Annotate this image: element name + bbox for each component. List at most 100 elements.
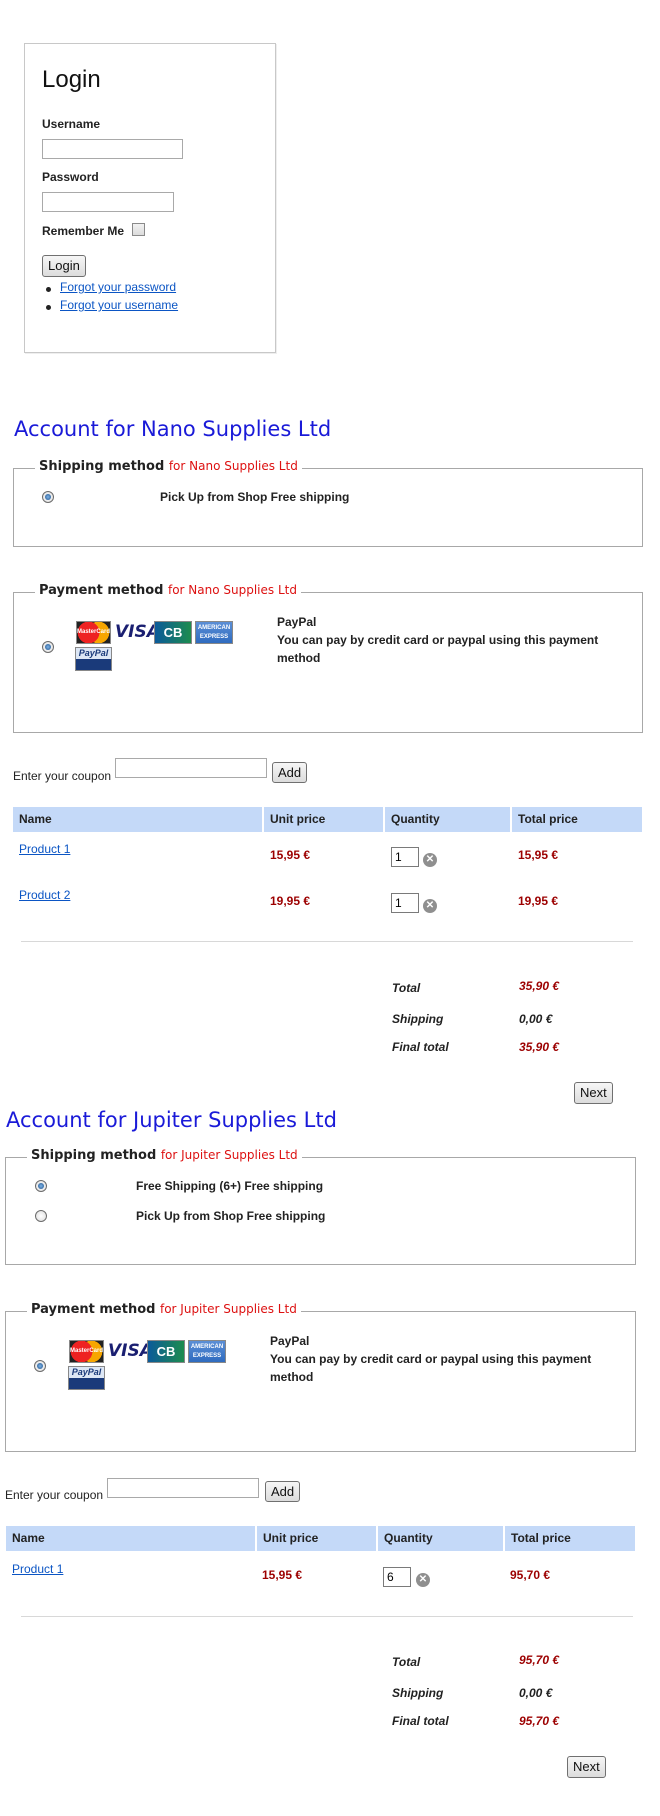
shipping-radio[interactable] [35, 1210, 47, 1222]
quantity-input[interactable] [391, 847, 419, 867]
column-header: Total price [511, 1531, 571, 1545]
shipping-value: 0,00 € [519, 1012, 553, 1026]
total-price: 95,70 € [510, 1568, 551, 1582]
payment-method-fieldset: Payment method for Jupiter Supplies Ltd … [5, 1302, 636, 1452]
login-title: Login [42, 66, 101, 93]
coupon-input[interactable] [115, 758, 267, 778]
cb-card-icon: CB [154, 621, 192, 644]
account-title: Account for Nano Supplies Ltd [14, 417, 332, 441]
username-label: Username [42, 117, 101, 131]
payment-name: PayPal [270, 1334, 310, 1348]
next-button[interactable]: Next [574, 1082, 613, 1104]
payment-name: PayPal [277, 615, 317, 629]
amex-icon: AMERICAN EXPRESS [195, 621, 233, 644]
payment-description: You can pay by credit card or paypal usi… [270, 1352, 592, 1384]
divider [21, 1616, 633, 1617]
bullet-icon [46, 287, 51, 292]
remember-me-label: Remember Me [42, 224, 125, 238]
visa-icon: VISA [114, 621, 160, 644]
legend-text: Shipping method [31, 1148, 157, 1163]
shipping-option-label: Free Shipping (6+) Free shipping [136, 1179, 324, 1193]
total-label: Total [392, 981, 421, 995]
add-coupon-button[interactable]: Add [272, 762, 308, 783]
payment-description: You can pay by credit card or paypal usi… [277, 633, 599, 665]
paypal-icon: PayPal [75, 647, 112, 671]
vendor-tag: for Nano Supplies Ltd [168, 459, 298, 473]
table-header: Name Unit price Quantity Total price [13, 807, 642, 832]
mastercard-icon: MasterCard [69, 1340, 104, 1363]
quantity-input[interactable] [391, 893, 419, 913]
shipping-method-fieldset: Shipping method for Nano Supplies Ltd Pi… [13, 459, 643, 547]
mastercard-icon: MasterCard [76, 621, 111, 644]
visa-icon: VISA [107, 1340, 153, 1363]
unit-price: 19,95 € [270, 894, 311, 908]
divider [21, 941, 633, 942]
total-value: 35,90 € [519, 979, 560, 993]
total-label: Total [392, 1655, 421, 1669]
vendor-tag: for Nano Supplies Ltd [167, 583, 297, 597]
product-link[interactable]: Product 2 [19, 888, 70, 902]
final-total-value: 95,70 € [519, 1714, 560, 1728]
username-input[interactable] [42, 139, 183, 159]
login-module: Login Username Password Remember Me Logi… [24, 43, 276, 353]
forgot-username-link[interactable]: Forgot your username [60, 298, 178, 312]
shipping-option-label: Pick Up from Shop Free shipping [160, 490, 350, 504]
payment-method-legend: Payment method for Nano Supplies Ltd [35, 583, 301, 598]
shipping-method-legend: Shipping method for Nano Supplies Ltd [35, 459, 302, 474]
payment-radio[interactable] [34, 1360, 46, 1372]
coupon-label: Enter your coupon [5, 1488, 104, 1502]
table-header: Name Unit price Quantity Total price [6, 1526, 635, 1551]
forgot-password-link[interactable]: Forgot your password [60, 280, 176, 294]
shipping-method-legend: Shipping method for Jupiter Supplies Ltd [27, 1148, 302, 1163]
column-header: Quantity [385, 807, 512, 832]
column-header: Name [13, 807, 264, 832]
vendor-tag: for Jupiter Supplies Ltd [160, 1148, 298, 1162]
vendor-tag: for Jupiter Supplies Ltd [159, 1302, 297, 1316]
shipping-radio[interactable] [42, 491, 54, 503]
shipping-option-label: Pick Up from Shop Free shipping [136, 1209, 326, 1223]
remember-me-checkbox[interactable] [132, 223, 145, 236]
shipping-label: Shipping [392, 1012, 444, 1026]
remove-icon[interactable]: ✕ [416, 1573, 430, 1587]
password-label: Password [42, 170, 99, 184]
product-link[interactable]: Product 1 [19, 842, 70, 856]
legend-text: Payment method [39, 583, 164, 598]
cb-card-icon: CB [147, 1340, 185, 1363]
remove-icon[interactable]: ✕ [423, 899, 437, 913]
payment-radio[interactable] [42, 641, 54, 653]
shipping-value: 0,00 € [519, 1686, 553, 1700]
payment-method-fieldset: Payment method for Nano Supplies Ltd Mas… [13, 583, 643, 733]
total-price: 15,95 € [518, 848, 559, 862]
total-price: 19,95 € [518, 894, 559, 908]
unit-price: 15,95 € [270, 848, 311, 862]
unit-price: 15,95 € [262, 1568, 303, 1582]
legend-text: Payment method [31, 1302, 156, 1317]
final-total-label: Final total [392, 1714, 449, 1728]
legend-text: Shipping method [39, 459, 165, 474]
coupon-input[interactable] [107, 1478, 259, 1498]
shipping-radio[interactable] [35, 1180, 47, 1192]
column-header: Quantity [378, 1526, 505, 1551]
payment-method-legend: Payment method for Jupiter Supplies Ltd [27, 1302, 301, 1317]
bullet-icon [46, 305, 51, 310]
shipping-method-fieldset: Shipping method for Jupiter Supplies Ltd… [5, 1148, 636, 1265]
quantity-input[interactable] [383, 1567, 411, 1587]
column-header: Unit price [264, 807, 385, 832]
final-total-label: Final total [392, 1040, 449, 1054]
total-value: 95,70 € [519, 1653, 560, 1667]
next-button[interactable]: Next [567, 1756, 606, 1778]
column-header: Name [6, 1526, 257, 1551]
column-header: Unit price [257, 1526, 378, 1551]
login-button[interactable]: Login [42, 255, 86, 277]
column-header: Total price [518, 812, 578, 826]
shipping-label: Shipping [392, 1686, 444, 1700]
amex-icon: AMERICAN EXPRESS [188, 1340, 226, 1363]
final-total-value: 35,90 € [519, 1040, 560, 1054]
paypal-icon: PayPal [68, 1366, 105, 1390]
product-link[interactable]: Product 1 [12, 1562, 63, 1576]
coupon-label: Enter your coupon [13, 769, 112, 783]
password-input[interactable] [42, 192, 174, 212]
account-title: Account for Jupiter Supplies Ltd [6, 1108, 337, 1132]
remove-icon[interactable]: ✕ [423, 853, 437, 867]
add-coupon-button[interactable]: Add [265, 1481, 301, 1502]
